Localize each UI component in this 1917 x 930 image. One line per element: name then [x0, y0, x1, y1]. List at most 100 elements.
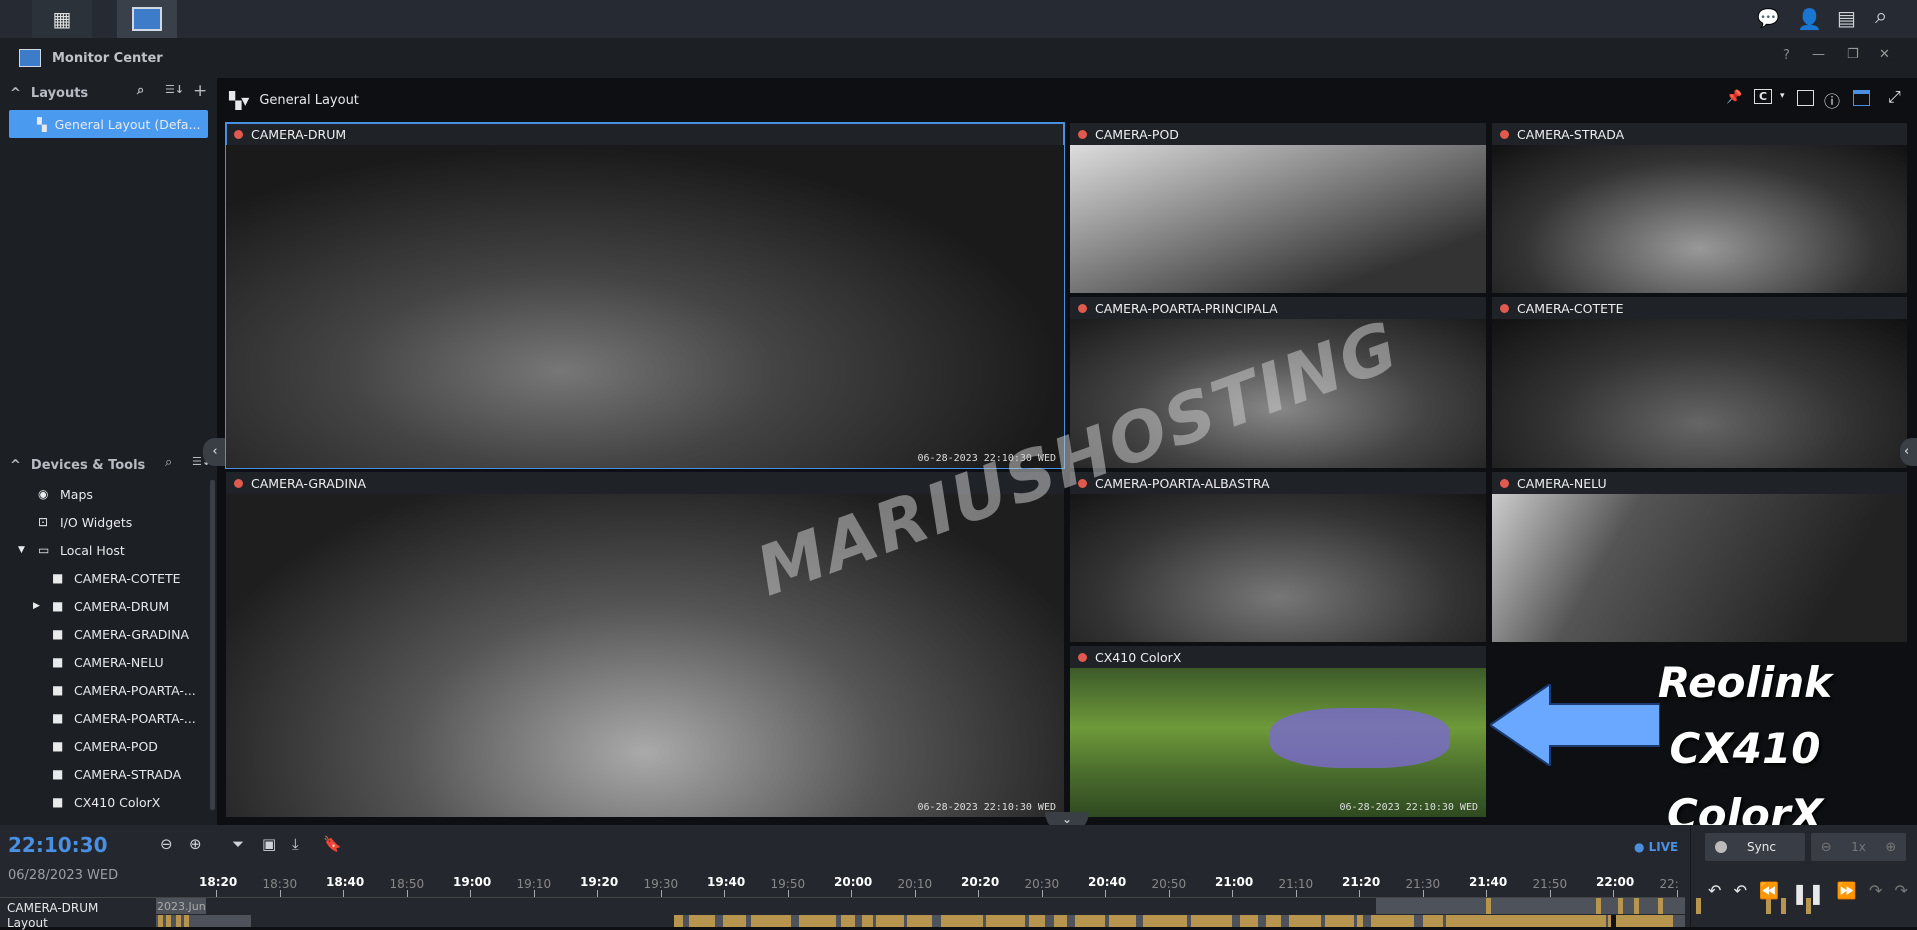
layouts-section-header[interactable]: ^ Layouts ⌕ ☰↓ +: [0, 78, 217, 108]
device-item[interactable]: ■ CX410 ColorX: [0, 788, 217, 816]
sync-label: Sync: [1747, 840, 1776, 854]
recording-segment: [862, 915, 873, 927]
add-icon[interactable]: +: [193, 81, 207, 101]
fast-forward-icon[interactable]: ⏩: [1837, 881, 1857, 905]
close-button[interactable]: ✕: [1879, 47, 1890, 62]
tick-label: 19:50: [770, 877, 806, 891]
prev-event-icon[interactable]: ↶: [1708, 881, 1721, 905]
scrollbar[interactable]: [210, 480, 215, 810]
tick-mark: [279, 890, 281, 897]
search-icon[interactable]: ⌕: [165, 455, 172, 470]
camera-tile[interactable]: CAMERA-NELU: [1492, 472, 1907, 642]
fullscreen-icon[interactable]: ⤢: [1888, 87, 1901, 107]
calendar-icon[interactable]: ▣: [262, 835, 276, 853]
time-ruler[interactable]: 18:20 18:30 18:40 18:50 19:00 19:10 19:20 19:30…: [0, 860, 1685, 897]
minimize-button[interactable]: —: [1812, 47, 1825, 62]
camera-track[interactable]: [156, 898, 1811, 914]
current-time: 22:10:30: [8, 833, 108, 857]
expand-caret-icon[interactable]: ▶: [33, 601, 40, 611]
overlay-line-1: Reolink CX410: [1657, 658, 1833, 773]
device-item[interactable]: ■ CAMERA-NELU: [0, 648, 217, 676]
tick-mark: [851, 890, 852, 897]
layout-track[interactable]: [156, 915, 1685, 927]
camera-video-feed[interactable]: [1070, 145, 1486, 293]
tick-mark: [343, 890, 344, 897]
devices-section-header[interactable]: ^ Devices & Tools ⌕ ☰↓: [0, 450, 217, 480]
device-item[interactable]: ■ CAMERA-POD: [0, 732, 217, 760]
chevron-up-icon: ^: [10, 457, 21, 473]
device-item[interactable]: ■ CAMERA-POARTA-...: [0, 704, 217, 732]
download-icon[interactable]: ⤓: [292, 835, 299, 853]
camera-video-feed[interactable]: [226, 145, 1064, 468]
device-item[interactable]: ▼ ▭ Local Host: [0, 536, 217, 564]
main-menu-button[interactable]: ▦: [32, 0, 92, 38]
device-item[interactable]: ■ CAMERA-POARTA-...: [0, 676, 217, 704]
speed-decrease-icon[interactable]: ⊖: [1821, 840, 1832, 855]
help-button[interactable]: ?: [1783, 48, 1790, 63]
camera-video-feed[interactable]: [1492, 494, 1907, 642]
camera-tile[interactable]: CX410 ColorX 06-28-2023 22:10:30 WED: [1070, 646, 1486, 817]
next-event-icon[interactable]: ↷: [1895, 881, 1908, 905]
pause-icon[interactable]: ❚❚: [1791, 881, 1825, 905]
zoom-in-icon[interactable]: ⊕: [189, 835, 202, 853]
camera-tile[interactable]: CAMERA-STRADA: [1492, 123, 1907, 293]
device-item[interactable]: ⊡ I/O Widgets: [0, 508, 217, 536]
speed-value: 1x: [1851, 840, 1866, 854]
forward-10-icon[interactable]: ↷: [1869, 881, 1882, 905]
tick-label: 18:20: [199, 875, 238, 889]
device-item[interactable]: ■ CAMERA-GRADINA: [0, 620, 217, 648]
device-item[interactable]: ▶ ■ CAMERA-DRUM: [0, 592, 217, 620]
stream-profile-icon[interactable]: C: [1754, 89, 1773, 104]
pin-icon[interactable]: 📌: [1726, 90, 1742, 105]
chevron-down-icon[interactable]: ▾: [1780, 91, 1785, 101]
camera-icon: ■: [52, 627, 64, 641]
device-item[interactable]: ■ CAMERA-COTETE: [0, 564, 217, 592]
tick-label: 19:30: [643, 877, 679, 891]
camera-tile[interactable]: CAMERA-POARTA-ALBASTRA: [1070, 472, 1486, 642]
tick-label: 22:: [1659, 877, 1679, 891]
filter-icon[interactable]: ⏷: [232, 835, 244, 853]
top-taskbar: ▦ 💬 👤 ▤ ⌕: [0, 0, 1917, 38]
camera-video-feed[interactable]: [1070, 668, 1486, 817]
live-indicator[interactable]: ● LIVE: [1634, 840, 1678, 854]
camera-tile[interactable]: CAMERA-DRUM 06-28-2023 22:10:30 WED: [225, 122, 1065, 469]
zoom-out-icon[interactable]: ⊖: [160, 835, 173, 853]
tick-label: 20:50: [1151, 877, 1187, 891]
tick-label: 20:30: [1024, 877, 1060, 891]
tick-label: 21:00: [1215, 875, 1254, 889]
device-item[interactable]: ◉ Maps: [0, 480, 217, 508]
recording-segment: [1109, 915, 1136, 927]
fit-screen-icon[interactable]: [1797, 90, 1814, 106]
bookmark-icon[interactable]: 🔖: [323, 835, 342, 853]
speed-increase-icon[interactable]: ⊕: [1885, 840, 1896, 855]
monitor-center-taskbar-button[interactable]: [117, 0, 177, 38]
chevron-down-icon: ⌄: [1061, 812, 1073, 826]
restore-button[interactable]: ❐: [1847, 47, 1859, 62]
chat-icon[interactable]: 💬: [1757, 8, 1779, 29]
camera-tile[interactable]: CAMERA-COTETE: [1492, 297, 1907, 468]
video-timestamp: 06-28-2023 22:10:30 WED: [917, 802, 1056, 813]
collapse-sidebar-button[interactable]: ‹: [203, 438, 227, 466]
sync-button[interactable]: Sync: [1705, 833, 1805, 861]
info-icon[interactable]: ⓘ: [1824, 88, 1840, 112]
recording-segment: [1191, 915, 1232, 927]
camera-tile[interactable]: CAMERA-POD: [1070, 123, 1486, 293]
layout-item-general[interactable]: ▚ General Layout (Defa...: [9, 110, 208, 138]
layout-grid-icon[interactable]: ▚▾: [229, 91, 249, 110]
user-icon[interactable]: 👤: [1797, 7, 1822, 31]
widgets-icon[interactable]: ▤: [1837, 6, 1856, 30]
fast-backward-icon[interactable]: ⏪: [1759, 881, 1779, 905]
camera-video-feed[interactable]: [1070, 494, 1486, 642]
recording-segment: [1618, 915, 1673, 927]
search-icon[interactable]: ⌕: [1875, 4, 1887, 29]
camera-video-feed[interactable]: [1492, 319, 1907, 468]
device-label: CAMERA-GRADINA: [74, 626, 190, 642]
search-icon[interactable]: ⌕: [137, 83, 144, 98]
expand-right-panel-button[interactable]: ‹: [1900, 438, 1917, 466]
camera-video-feed[interactable]: [1492, 145, 1907, 293]
sort-icon[interactable]: ☰↓: [165, 83, 184, 96]
rewind-10-icon[interactable]: ↶: [1734, 881, 1747, 905]
expand-caret-icon[interactable]: ▼: [18, 545, 25, 555]
window-mode-icon[interactable]: [1853, 90, 1870, 106]
device-item[interactable]: ■ CAMERA-STRADA: [0, 760, 217, 788]
